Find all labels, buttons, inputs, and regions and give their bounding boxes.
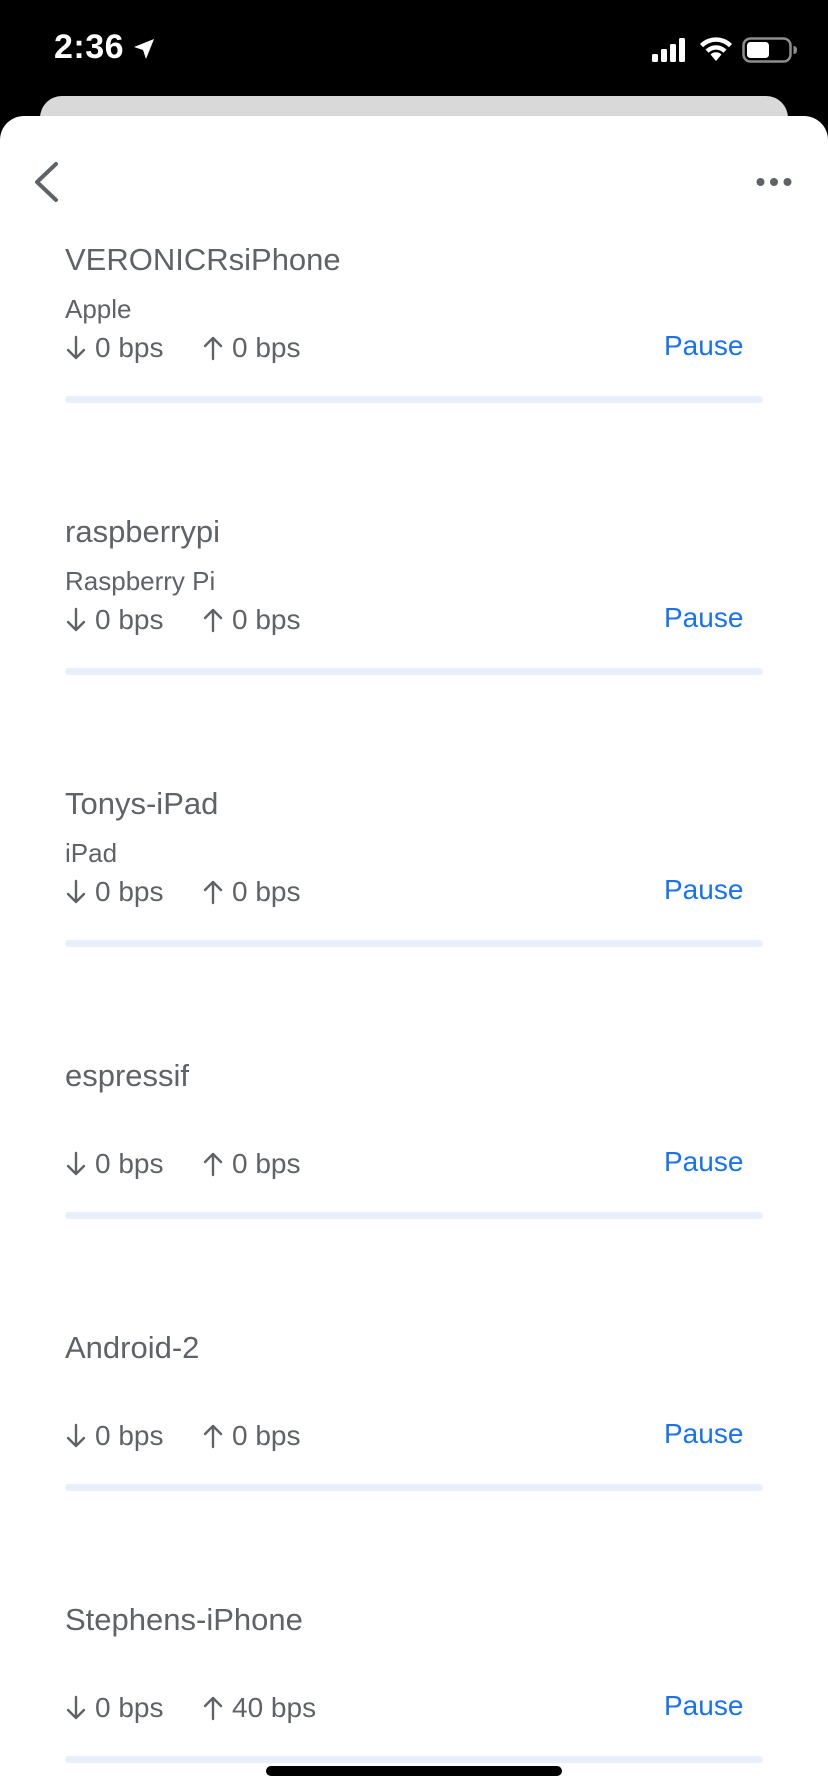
download-rate: 0 bps — [65, 602, 164, 638]
battery-icon — [742, 37, 797, 63]
download-rate-value: 0 bps — [95, 1692, 164, 1723]
usage-bar — [65, 940, 763, 947]
device-item[interactable]: espressif 0 bps 0 bps Pause — [0, 1058, 828, 1330]
pause-button[interactable]: Pause — [664, 1690, 743, 1722]
location-arrow-icon — [134, 39, 154, 59]
usage-bar — [65, 396, 763, 403]
download-rate-value: 0 bps — [95, 1420, 164, 1451]
arrow-down-icon — [66, 1695, 86, 1720]
pause-button[interactable]: Pause — [664, 874, 743, 906]
device-item[interactable]: Stephens-iPhone 0 bps 40 bps Pause — [0, 1602, 828, 1792]
device-name: Tonys-iPad — [65, 786, 219, 821]
device-item[interactable]: Tonys-iPad iPad 0 bps 0 bps Pause — [0, 786, 828, 1058]
cellular-signal-icon — [652, 38, 685, 62]
upload-rate-value: 0 bps — [232, 1420, 301, 1451]
upload-rate: 0 bps — [202, 1418, 301, 1454]
download-rate-value: 0 bps — [95, 604, 164, 635]
arrow-up-icon — [203, 1424, 223, 1449]
pause-button[interactable]: Pause — [664, 330, 743, 362]
home-indicator[interactable] — [266, 1766, 562, 1776]
upload-rate: 0 bps — [202, 874, 301, 910]
upload-rate: 0 bps — [202, 602, 301, 638]
upload-rate-value: 40 bps — [232, 1692, 317, 1723]
arrow-down-icon — [66, 1423, 86, 1448]
download-rate-value: 0 bps — [95, 332, 164, 363]
devices-sheet: VERONICRsiPhone Apple 0 bps 0 bps Pause … — [0, 116, 828, 1792]
device-list: VERONICRsiPhone Apple 0 bps 0 bps Pause … — [0, 116, 828, 1792]
device-item[interactable]: Android-2 0 bps 0 bps Pause — [0, 1330, 828, 1602]
device-name: Stephens-iPhone — [65, 1602, 303, 1637]
download-rate: 0 bps — [65, 1418, 164, 1454]
upload-rate-value: 0 bps — [232, 332, 301, 363]
upload-rate: 0 bps — [202, 1146, 301, 1182]
download-rate: 0 bps — [65, 330, 164, 366]
download-rate-value: 0 bps — [95, 1148, 164, 1179]
device-name: raspberrypi — [65, 514, 221, 549]
device-item[interactable]: VERONICRsiPhone Apple 0 bps 0 bps Pause — [0, 242, 828, 514]
pause-button[interactable]: Pause — [664, 1418, 743, 1450]
device-vendor: Raspberry Pi — [65, 566, 216, 596]
device-item[interactable]: raspberrypi Raspberry Pi 0 bps 0 bps Pau… — [0, 514, 828, 786]
wifi-icon — [700, 37, 732, 61]
pause-button[interactable]: Pause — [664, 602, 743, 634]
upload-rate-value: 0 bps — [232, 604, 301, 635]
download-rate: 0 bps — [65, 1146, 164, 1182]
arrow-down-icon — [66, 335, 86, 360]
status-time: 2:36 — [54, 28, 125, 66]
usage-bar — [65, 1756, 763, 1763]
pause-button[interactable]: Pause — [664, 1146, 743, 1178]
arrow-up-icon — [203, 608, 223, 633]
arrow-up-icon — [203, 1152, 223, 1177]
status-bar: 2:36 — [0, 0, 828, 100]
arrow-down-icon — [66, 607, 86, 632]
upload-rate-value: 0 bps — [232, 876, 301, 907]
device-name: VERONICRsiPhone — [65, 242, 341, 277]
download-rate: 0 bps — [65, 1690, 164, 1726]
arrow-down-icon — [66, 879, 86, 904]
usage-bar — [65, 1484, 763, 1491]
upload-rate-value: 0 bps — [232, 1148, 301, 1179]
device-vendor: Apple — [65, 294, 132, 324]
arrow-down-icon — [66, 1151, 86, 1176]
device-vendor: iPad — [65, 838, 118, 868]
usage-bar — [65, 668, 763, 675]
upload-rate: 0 bps — [202, 330, 301, 366]
arrow-up-icon — [203, 336, 223, 361]
download-rate: 0 bps — [65, 874, 164, 910]
device-name: espressif — [65, 1058, 190, 1093]
device-name: Android-2 — [65, 1330, 200, 1365]
arrow-up-icon — [203, 1696, 223, 1721]
usage-bar — [65, 1212, 763, 1219]
upload-rate: 40 bps — [202, 1690, 316, 1726]
download-rate-value: 0 bps — [95, 876, 164, 907]
arrow-up-icon — [203, 880, 223, 905]
